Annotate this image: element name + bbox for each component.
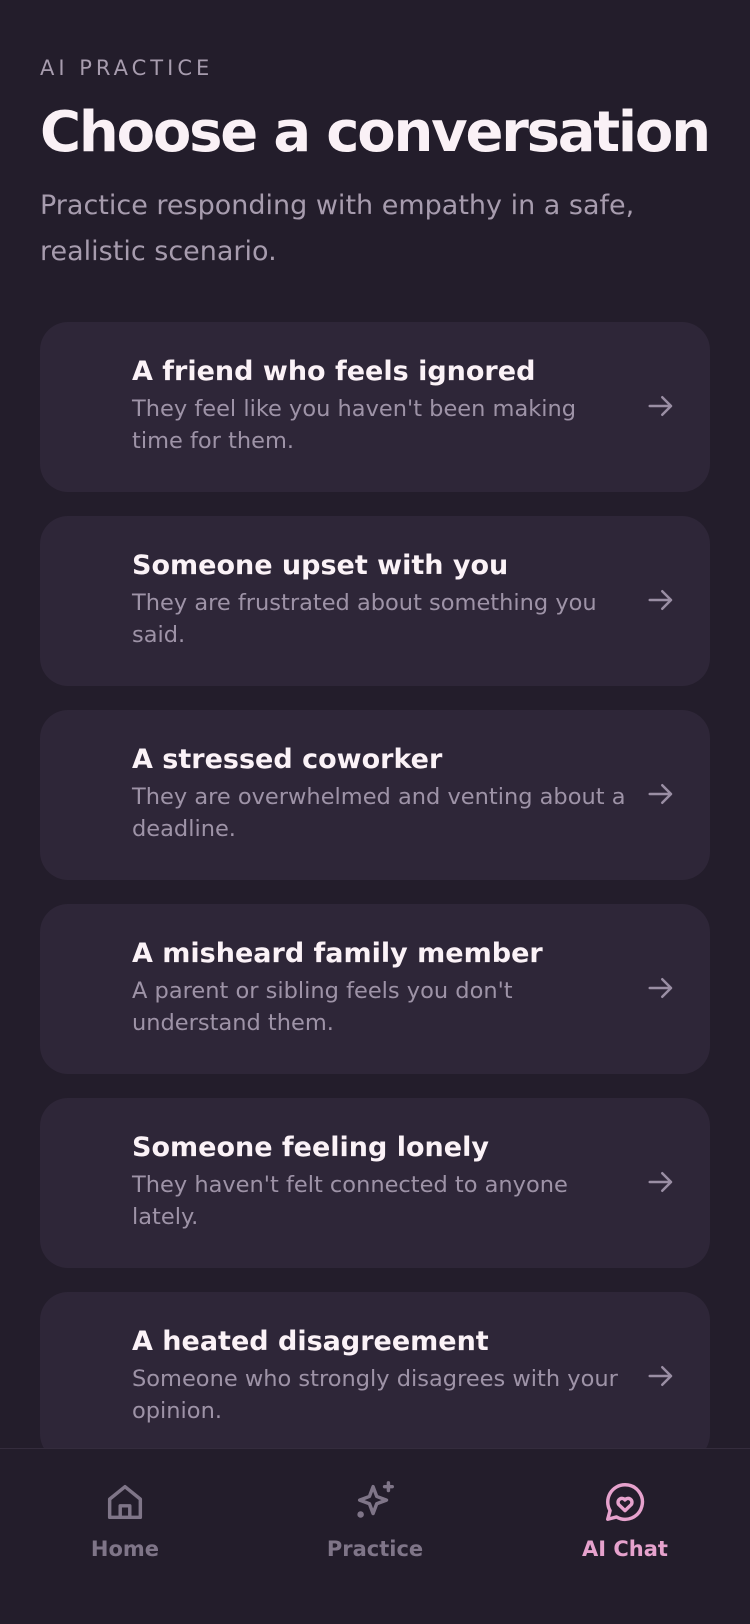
nav-item-home[interactable]: Home (45, 1479, 205, 1561)
scenario-title: A friend who feels ignored (132, 356, 536, 387)
scenario-title: A stressed coworker (132, 744, 443, 775)
nav-label-ai-chat: AI Chat (582, 1537, 668, 1561)
arrow-right-icon (648, 978, 673, 998)
chat-heart-icon (606, 1483, 645, 1521)
scenario-title: A heated disagreement (132, 1326, 489, 1357)
scenario-description: Someone who strongly disagrees with your… (132, 1366, 618, 1424)
scenario-card-friend-ignored[interactable]: A friend who feels ignored They feel lik… (40, 322, 710, 492)
scenario-text: A heated disagreement Someone who strong… (132, 1326, 632, 1427)
bottom-navigation: Home Practice AI Chat (0, 1448, 750, 1624)
arrow-right-icon (648, 590, 673, 610)
arrow-right-icon (648, 1172, 673, 1192)
scenario-text: A friend who feels ignored They feel lik… (132, 356, 632, 457)
scenario-title: Someone feeling lonely (132, 1132, 489, 1163)
arrow-right-icon (648, 396, 673, 416)
eyebrow-label: AI PRACTICE (40, 56, 214, 80)
scenario-description: They feel like you haven't been making t… (132, 396, 577, 454)
scenario-text: A misheard family member A parent or sib… (132, 938, 632, 1039)
scenario-text: Someone upset with you They are frustrat… (132, 550, 632, 651)
page-header: AI PRACTICE Choose a conversation Practi… (40, 56, 720, 275)
scenario-card-heated-disagreement[interactable]: A heated disagreement Someone who strong… (40, 1292, 710, 1462)
page-subtitle: Practice responding with empathy in a sa… (40, 190, 635, 267)
scenario-description: A parent or sibling feels you don't unde… (132, 978, 513, 1036)
scenario-text: A stressed coworker They are overwhelmed… (132, 744, 632, 845)
scenario-description: They are overwhelmed and venting about a… (132, 784, 626, 842)
arrow-right-icon (648, 1366, 673, 1386)
nav-label-practice: Practice (326, 1537, 424, 1561)
scenario-description: They haven't felt connected to anyone la… (132, 1172, 568, 1230)
home-icon (107, 1484, 143, 1520)
nav-item-ai-chat[interactable]: AI Chat (545, 1479, 705, 1561)
scenario-text: Someone feeling lonely They haven't felt… (132, 1132, 632, 1233)
scenario-description: They are frustrated about something you … (132, 590, 597, 648)
scenario-title: Someone upset with you (132, 550, 509, 581)
scenario-list: A friend who feels ignored They feel lik… (40, 322, 710, 1486)
nav-label-home: Home (90, 1537, 160, 1561)
nav-item-practice[interactable]: Practice (295, 1479, 455, 1561)
scenario-card-family-member[interactable]: A misheard family member A parent or sib… (40, 904, 710, 1074)
scenario-card-someone-upset[interactable]: Someone upset with you They are frustrat… (40, 516, 710, 686)
arrow-right-icon (648, 784, 673, 804)
page-title: Choose a conversation (40, 100, 711, 165)
scenario-card-feeling-lonely[interactable]: Someone feeling lonely They haven't felt… (40, 1098, 710, 1268)
scenario-card-stressed-coworker[interactable]: A stressed coworker They are overwhelmed… (40, 710, 710, 880)
sparkle-icon (357, 1481, 394, 1518)
scenario-title: A misheard family member (132, 938, 543, 969)
